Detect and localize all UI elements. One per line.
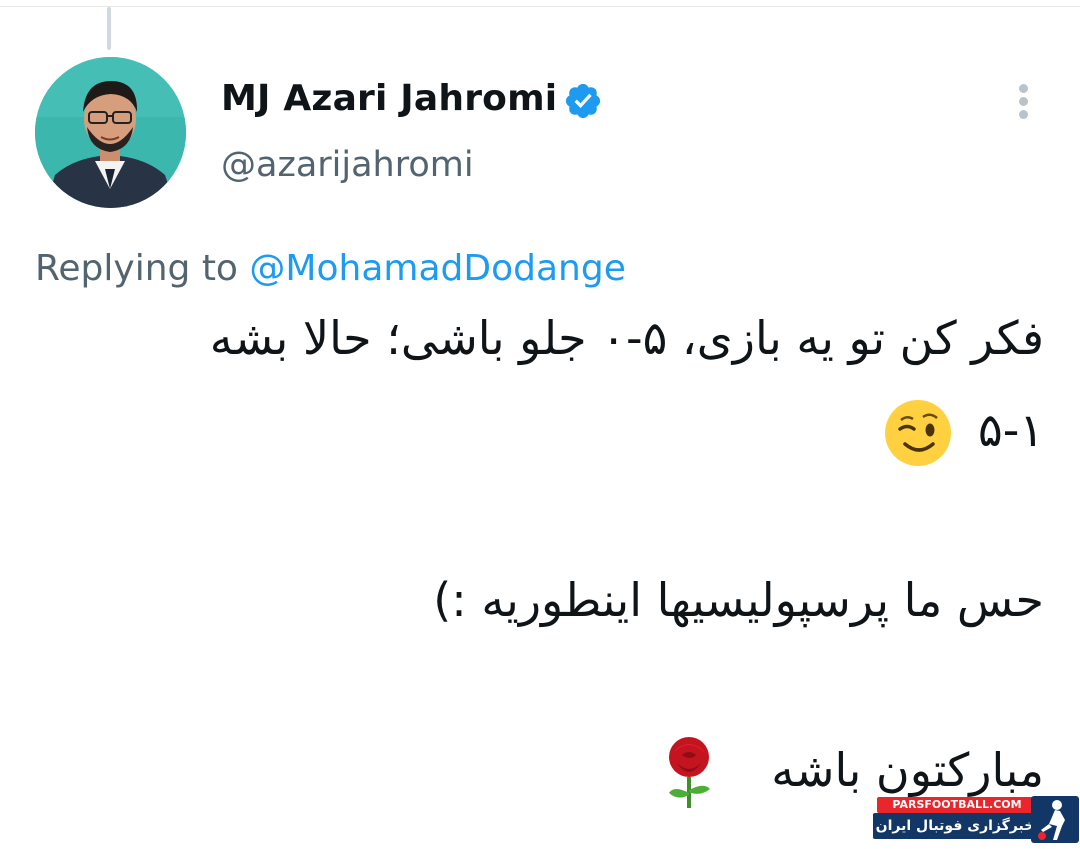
avatar-photo: [35, 57, 186, 208]
tweet-text-line-1: فکر کن تو یه بازی، ۵-۰ جلو باشی؛ حالا بش…: [209, 311, 1044, 365]
tweet-text-line-4: مبارکتون باشه: [771, 743, 1044, 797]
tweet-text-line-3: حس ما پرسپولیسیها اینطوریه :): [433, 573, 1044, 627]
verified-badge-icon: [565, 83, 601, 119]
footballer-logo-icon: [1031, 796, 1079, 843]
author-display-name[interactable]: MJ Azari Jahromi: [221, 78, 557, 119]
thread-connector-line: [107, 7, 111, 50]
replying-to-label: Replying to: [35, 248, 238, 289]
watermark-tagline: خبرگزاری فوتبال ایران: [873, 813, 1037, 839]
watermark-site: PARSFOOTBALL.COM: [877, 797, 1037, 813]
replying-to: Replying to @MohamadDodange: [35, 248, 626, 289]
winking-face-emoji: [885, 400, 951, 466]
top-divider: [0, 6, 1080, 7]
reply-mention-link[interactable]: @MohamadDodange: [249, 248, 625, 289]
avatar[interactable]: [35, 57, 186, 208]
rose-emoji: [669, 737, 710, 808]
tweet-text-line-2: ۵-۱: [977, 403, 1044, 457]
more-vertical-icon[interactable]: [1010, 82, 1038, 122]
author-handle[interactable]: @azarijahromi: [221, 145, 474, 185]
watermark-logo: PARSFOOTBALL.COM خبرگزاری فوتبال ایران: [873, 796, 1080, 849]
